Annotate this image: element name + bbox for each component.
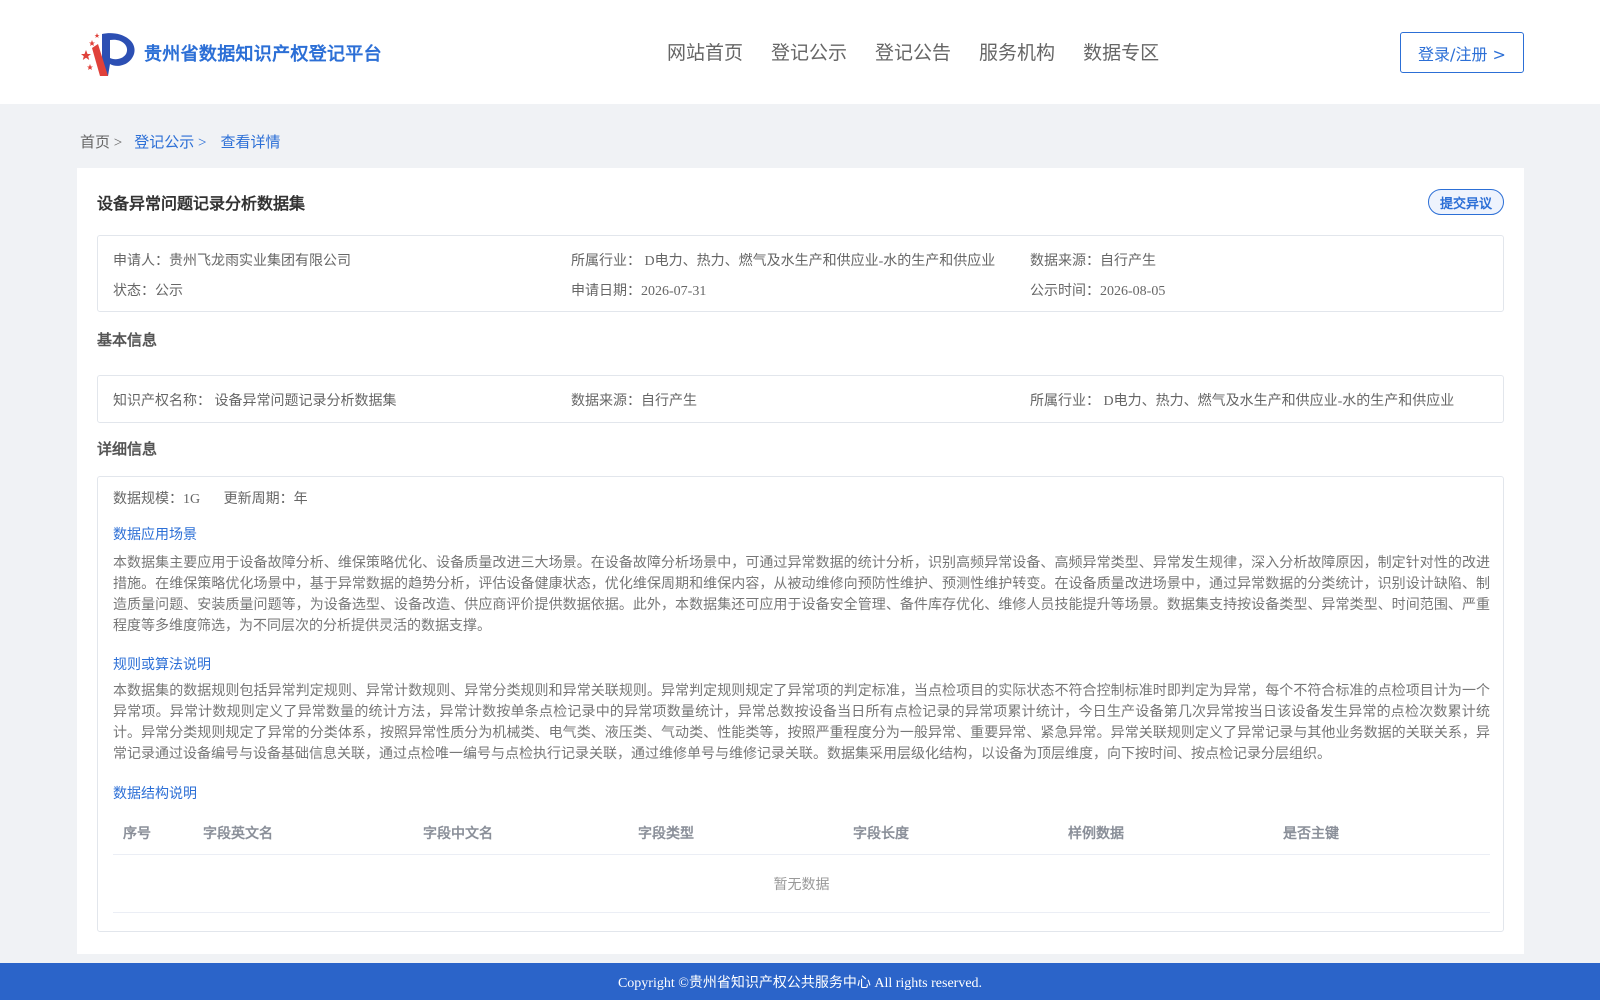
- basic-industry-field: 所属行业： D电力、热力、燃气及水生产和供应业-水的生产和供应业: [1030, 394, 1455, 409]
- scenario-title: 数据应用场景: [113, 528, 197, 543]
- nav-item-service-agencies[interactable]: 服务机构: [979, 38, 1055, 65]
- column-header-chinese-name: 字段中文名: [423, 826, 493, 842]
- table-empty-state: 暂无数据: [113, 855, 1490, 913]
- column-header-index: 序号: [123, 826, 151, 842]
- update-cycle: 更新周期：年: [223, 492, 308, 507]
- column-header-english-name: 字段英文名: [203, 826, 273, 842]
- submit-objection-button[interactable]: 提交异议: [1428, 189, 1504, 215]
- column-header-primary-key: 是否主键: [1283, 826, 1339, 842]
- nav-item-registration-announcement[interactable]: 登记公告: [875, 38, 951, 65]
- copyright-text: Copyright ©贵州省知识产权公共服务中心 All rights rese…: [617, 975, 983, 991]
- breadcrumb-home[interactable]: 首页 >: [80, 131, 122, 152]
- breadcrumb-current: 查看详情: [220, 135, 281, 151]
- column-header-type: 字段类型: [638, 826, 694, 842]
- page-title: 设备异常问题记录分析数据集: [97, 194, 306, 213]
- login-register-button[interactable]: 登录/注册 >: [1400, 32, 1524, 73]
- column-header-sample: 样例数据: [1068, 826, 1124, 842]
- basic-info-box: 知识产权名称： 设备异常问题记录分析数据集 数据来源：自行产生 所属行业： D电…: [97, 375, 1504, 423]
- industry-field: 所属行业： D电力、热力、燃气及水生产和供应业-水的生产和供应业: [571, 254, 996, 269]
- data-source-field: 数据来源：自行产生: [1030, 254, 1156, 269]
- nav-item-data-zone[interactable]: 数据专区: [1083, 38, 1159, 65]
- scale-row: 数据规模：1G 更新周期：年: [113, 488, 308, 508]
- ip-name-field: 知识产权名称： 设备异常问题记录分析数据集: [113, 394, 397, 409]
- site-footer: Copyright ©贵州省知识产权公共服务中心 All rights rese…: [0, 963, 1600, 1000]
- publish-date-field: 公示时间：2026-08-05: [1030, 284, 1166, 299]
- apply-date-field: 申请日期：2026-07-31: [571, 284, 707, 299]
- rules-title: 规则或算法说明: [113, 658, 211, 673]
- detail-info-title: 详细信息: [97, 440, 158, 458]
- basic-source-field: 数据来源：自行产生: [571, 394, 697, 409]
- applicant-field: 申请人：贵州飞龙雨实业集团有限公司: [113, 254, 351, 269]
- scenario-text: 本数据集主要应用于设备故障分析、维保策略优化、设备质量改进三大场景。在设备故障分…: [113, 556, 1490, 634]
- logo-icon: [80, 28, 138, 78]
- breadcrumb: 首页 > 登记公示 > 查看详情: [80, 131, 280, 152]
- main-nav: 网站首页 登记公示 登记公告 服务机构 数据专区: [667, 38, 1187, 65]
- nav-item-registration-publicity[interactable]: 登记公示: [771, 38, 847, 65]
- nav-item-home[interactable]: 网站首页: [667, 38, 743, 65]
- status-field: 状态：公示: [113, 284, 183, 299]
- structure-title: 数据结构说明: [113, 787, 197, 802]
- table-header: 序号 字段英文名 字段中文名 字段类型 字段长度 样例数据 是否主键: [113, 811, 1490, 855]
- detail-card: 设备异常问题记录分析数据集 提交异议 申请人：贵州飞龙雨实业集团有限公司 所属行…: [77, 168, 1524, 954]
- breadcrumb-registration-publicity[interactable]: 登记公示 >: [134, 131, 206, 152]
- site-logo[interactable]: 贵州省数据知识产权登记平台: [80, 28, 382, 78]
- summary-info-box: 申请人：贵州飞龙雨实业集团有限公司 所属行业： D电力、热力、燃气及水生产和供应…: [97, 235, 1504, 312]
- basic-info-title: 基本信息: [97, 331, 158, 349]
- site-header: 贵州省数据知识产权登记平台 网站首页 登记公示 登记公告 服务机构 数据专区 登…: [0, 0, 1600, 104]
- data-scale: 数据规模：1G: [113, 492, 201, 507]
- site-title: 贵州省数据知识产权登记平台: [144, 44, 382, 65]
- detail-info-box: 数据规模：1G 更新周期：年 数据应用场景 本数据集主要应用于设备故障分析、维保…: [97, 476, 1504, 932]
- column-header-length: 字段长度: [853, 826, 909, 842]
- rules-text: 本数据集的数据规则包括异常判定规则、异常计数规则、异常分类规则和异常关联规则。异…: [113, 684, 1490, 762]
